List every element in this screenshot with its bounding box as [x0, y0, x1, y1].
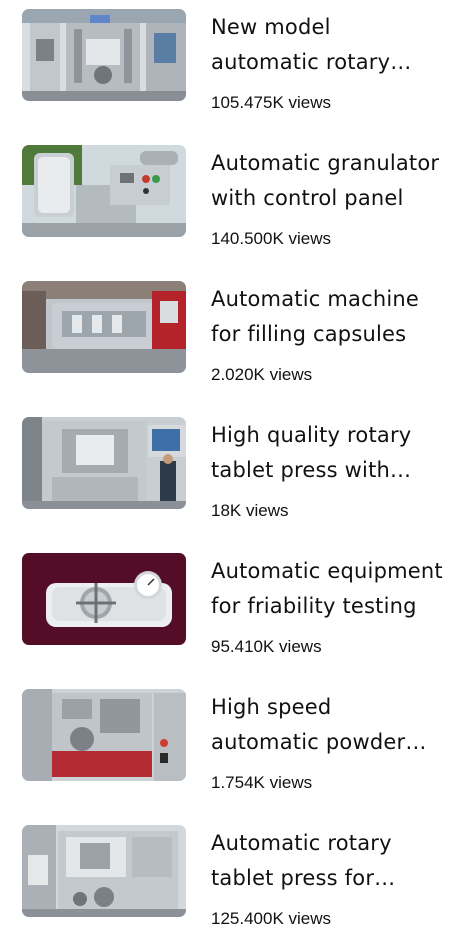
video-thumbnail[interactable]: [22, 825, 186, 917]
machine-image: [22, 417, 186, 509]
video-title[interactable]: Automatic machine for filling capsules: [211, 282, 443, 352]
machine-image: [22, 145, 186, 237]
view-count: 1.754K views: [211, 773, 313, 792]
video-list: New model automatic rotary tablet press …: [0, 0, 461, 928]
video-thumbnail[interactable]: [22, 689, 186, 781]
machine-image: [22, 825, 186, 917]
view-count: 140.500K views: [211, 229, 332, 248]
video-item[interactable]: Automatic equipment for friability testi…: [0, 550, 461, 670]
view-count: 95.410K views: [211, 637, 322, 656]
video-item[interactable]: Automatic granulator with control panel …: [0, 142, 461, 262]
video-item[interactable]: High quality rotary tablet press with to…: [0, 414, 461, 534]
machine-image: [22, 9, 186, 101]
video-title[interactable]: High speed automatic powder capsule fill…: [211, 690, 443, 760]
video-title[interactable]: Automatic rotary tablet press for pharma…: [211, 826, 443, 896]
view-count: 2.020K views: [211, 365, 313, 384]
view-count: 18K views: [211, 501, 289, 520]
video-title[interactable]: Automatic equipment for friability testi…: [211, 554, 443, 624]
machine-image: [22, 689, 186, 781]
machine-image: [22, 553, 186, 645]
view-count: 125.400K views: [211, 909, 332, 928]
video-title[interactable]: Automatic granulator with control panel: [211, 146, 443, 216]
video-thumbnail[interactable]: [22, 145, 186, 237]
video-item[interactable]: High speed automatic powder capsule fill…: [0, 686, 461, 806]
video-item[interactable]: Automatic machine for filling capsules 2…: [0, 278, 461, 398]
video-thumbnail[interactable]: [22, 9, 186, 101]
view-count: 105.475K views: [211, 93, 332, 112]
video-title[interactable]: New model automatic rotary tablet press: [211, 10, 443, 80]
video-item[interactable]: Automatic rotary tablet press for pharma…: [0, 822, 461, 942]
video-title[interactable]: High quality rotary tablet press with to…: [211, 418, 443, 488]
machine-image: [22, 281, 186, 373]
video-thumbnail[interactable]: [22, 281, 186, 373]
video-thumbnail[interactable]: [22, 553, 186, 645]
video-thumbnail[interactable]: [22, 417, 186, 509]
video-item[interactable]: New model automatic rotary tablet press …: [0, 6, 461, 126]
